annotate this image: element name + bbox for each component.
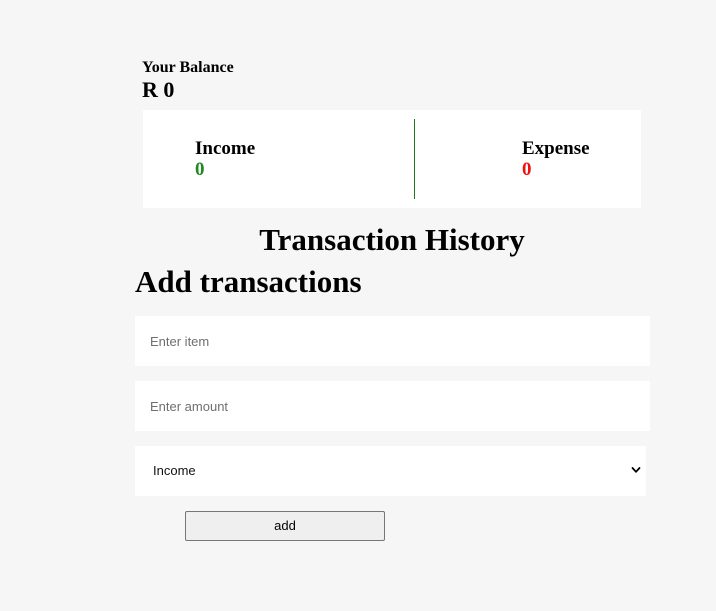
summary-divider	[414, 119, 415, 199]
transaction-history-title: Transaction History	[259, 222, 525, 257]
income-label: Income	[195, 138, 256, 159]
balance-value: R 0	[142, 77, 175, 102]
chevron-down-icon	[631, 467, 641, 473]
income-amount: 0	[195, 159, 205, 180]
income-expense-summary: Income 0 Expense 0	[143, 110, 641, 208]
expense-amount: 0	[522, 159, 532, 180]
transaction-type-select[interactable]: Income	[135, 446, 646, 496]
transaction-type-value: Income	[153, 463, 196, 478]
amount-input[interactable]	[135, 381, 650, 431]
balance-label: Your Balance	[142, 59, 234, 76]
income-summary: Income 0	[195, 138, 255, 181]
expense-summary: Expense 0	[522, 138, 590, 181]
expense-label: Expense	[522, 138, 590, 159]
item-input[interactable]	[135, 316, 650, 366]
add-button[interactable]: add	[185, 511, 385, 541]
add-transactions-title: Add transactions	[135, 264, 362, 299]
